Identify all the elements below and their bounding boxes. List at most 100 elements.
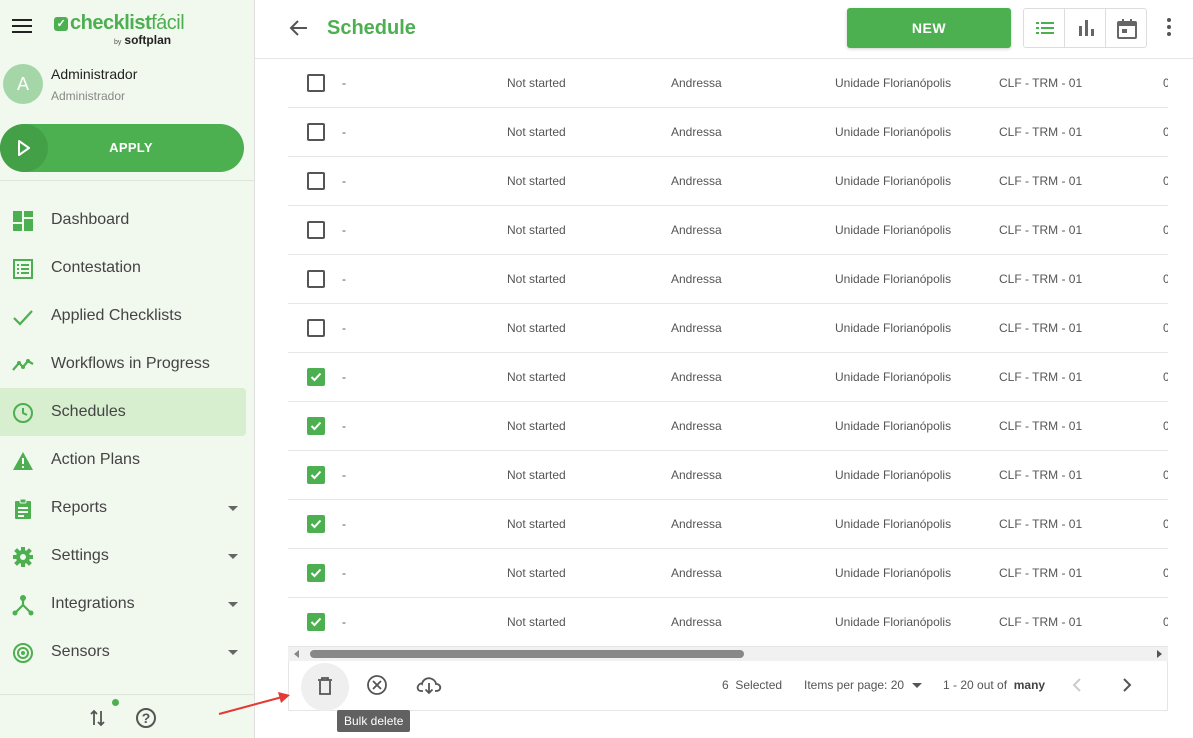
- cell-col1: -: [342, 517, 346, 531]
- items-per-page-select[interactable]: Items per page: 20: [804, 678, 923, 692]
- sidebar-item-contestation[interactable]: Contestation: [0, 244, 246, 292]
- cell-status: Not started: [507, 370, 566, 384]
- sync-arrows-icon[interactable]: [89, 709, 107, 727]
- sensor-icon: [12, 642, 34, 664]
- row-checkbox[interactable]: [307, 613, 325, 631]
- row-checkbox[interactable]: [307, 172, 325, 190]
- more-options-icon[interactable]: [1167, 18, 1171, 39]
- menu-icon[interactable]: [12, 19, 34, 39]
- row-checkbox[interactable]: [307, 417, 325, 435]
- cell-status: Not started: [507, 615, 566, 629]
- prev-page-icon[interactable]: [1071, 677, 1083, 693]
- sidebar-item-label: Settings: [51, 547, 109, 564]
- cell-col1: -: [342, 223, 346, 237]
- table-row[interactable]: - Not started Andressa Unidade Florianópoli…: [288, 549, 1168, 598]
- cell-extra: 0: [1163, 517, 1168, 531]
- cell-extra: 0: [1163, 321, 1168, 335]
- chevron-down-icon[interactable]: [228, 506, 238, 511]
- cloud-download-icon[interactable]: [416, 674, 442, 696]
- chevron-down-icon[interactable]: [228, 650, 238, 655]
- cell-user: Andressa: [671, 517, 722, 531]
- cell-extra: 0: [1163, 272, 1168, 286]
- table-row[interactable]: - Not started Andressa Unidade Florianópoli…: [288, 500, 1168, 549]
- scroll-left-icon[interactable]: [294, 650, 299, 658]
- cell-user: Andressa: [671, 419, 722, 433]
- table-row[interactable]: - Not started Andressa Unidade Florianópoli…: [288, 402, 1168, 451]
- table-row[interactable]: - Not started Andressa Unidade Florianópoli…: [288, 451, 1168, 500]
- row-checkbox[interactable]: [307, 74, 325, 92]
- sidebar-item-reports[interactable]: Reports: [0, 484, 246, 532]
- sidebar-item-sensors[interactable]: Sensors: [0, 628, 246, 676]
- scroll-right-icon[interactable]: [1157, 650, 1162, 658]
- table-row[interactable]: - Not started Andressa Unidade Florianópoli…: [288, 157, 1168, 206]
- sidebar-item-label: Sensors: [51, 643, 110, 660]
- sidebar: ✓ checklistfácil by softplan A Administrad…: [0, 0, 255, 738]
- range-total: many: [1013, 678, 1046, 692]
- checkmark-icon: [310, 372, 322, 382]
- chart-view-button[interactable]: [1065, 9, 1106, 47]
- help-icon[interactable]: ?: [136, 708, 156, 728]
- chevron-down-icon[interactable]: [228, 554, 238, 559]
- horizontal-scrollbar[interactable]: [288, 647, 1168, 661]
- sidebar-divider: [0, 180, 255, 181]
- sidebar-item-dashboard[interactable]: Dashboard: [0, 196, 246, 244]
- row-checkbox[interactable]: [307, 515, 325, 533]
- sidebar-item-settings[interactable]: Settings: [0, 532, 246, 580]
- table-row[interactable]: - Not started Andressa Unidade Florianópoli…: [288, 206, 1168, 255]
- table-row[interactable]: - Not started Andressa Unidade Florianópoli…: [288, 304, 1168, 353]
- sidebar-item-applied-checklists[interactable]: Applied Checklists: [0, 292, 246, 340]
- cell-user: Andressa: [671, 76, 722, 90]
- cell-code: CLF - TRM - 01: [999, 223, 1083, 237]
- logo-by: by: [114, 39, 122, 46]
- cell-unit: Unidade Florianópolis: [835, 321, 952, 335]
- checkmark-icon: [310, 421, 322, 431]
- table-row[interactable]: - Not started Andressa Unidade Florianópoli…: [288, 255, 1168, 304]
- sidebar-item-integrations[interactable]: Integrations: [0, 580, 246, 628]
- cell-status: Not started: [507, 223, 566, 237]
- next-page-icon[interactable]: [1121, 677, 1133, 693]
- row-checkbox[interactable]: [307, 221, 325, 239]
- chevron-down-icon[interactable]: [228, 602, 238, 607]
- cell-col1: -: [342, 566, 346, 580]
- scrollbar-thumb[interactable]: [310, 650, 744, 658]
- clipboard-icon: [12, 498, 34, 520]
- table-footer: 6 Selected Items per page: 20 1 - 20 out…: [288, 661, 1168, 711]
- list-view-button[interactable]: [1024, 9, 1065, 47]
- cell-status: Not started: [507, 468, 566, 482]
- row-checkbox[interactable]: [307, 368, 325, 386]
- sidebar-item-label: Workflows in Progress: [51, 355, 210, 372]
- sidebar-item-schedules[interactable]: Schedules: [0, 388, 246, 436]
- chevron-down-icon: [912, 683, 923, 688]
- cell-col1: -: [342, 615, 346, 629]
- back-arrow-icon[interactable]: [289, 19, 309, 37]
- table-row[interactable]: - Not started Andressa Unidade Florianópoli…: [288, 353, 1168, 402]
- cell-extra: 0: [1163, 370, 1168, 384]
- row-checkbox[interactable]: [307, 123, 325, 141]
- sidebar-item-workflows-in-progress[interactable]: Workflows in Progress: [0, 340, 246, 388]
- row-checkbox[interactable]: [307, 564, 325, 582]
- apply-button[interactable]: APPLY: [0, 124, 244, 172]
- cell-code: CLF - TRM - 01: [999, 566, 1083, 580]
- calendar-view-button[interactable]: [1106, 9, 1147, 47]
- cell-unit: Unidade Florianópolis: [835, 566, 952, 580]
- new-button[interactable]: NEW: [847, 8, 1011, 48]
- table-row[interactable]: - Not started Andressa Unidade Florianópoli…: [288, 598, 1168, 647]
- sidebar-item-action-plans[interactable]: Action Plans: [0, 436, 246, 484]
- row-checkbox[interactable]: [307, 270, 325, 288]
- bulk-delete-button[interactable]: [301, 663, 349, 711]
- user-profile[interactable]: A Administrador Administrador: [0, 60, 255, 110]
- row-checkbox[interactable]: [307, 319, 325, 337]
- avatar: A: [3, 64, 43, 104]
- table-row[interactable]: - Not started Andressa Unidade Florianópoli…: [288, 59, 1168, 108]
- gear-icon: [12, 546, 34, 568]
- items-per-page-value: 20: [890, 678, 905, 692]
- schedule-table: - Not started Andressa Unidade Florianópoli…: [288, 59, 1168, 647]
- sidebar-item-label: Schedules: [51, 403, 126, 420]
- page-title: Schedule: [327, 17, 416, 39]
- hub-icon: [12, 594, 34, 616]
- table-row[interactable]: - Not started Andressa Unidade Florianópoli…: [288, 108, 1168, 157]
- row-checkbox[interactable]: [307, 466, 325, 484]
- cell-code: CLF - TRM - 01: [999, 370, 1083, 384]
- cancel-icon[interactable]: [366, 674, 388, 696]
- cell-extra: 0: [1163, 76, 1168, 90]
